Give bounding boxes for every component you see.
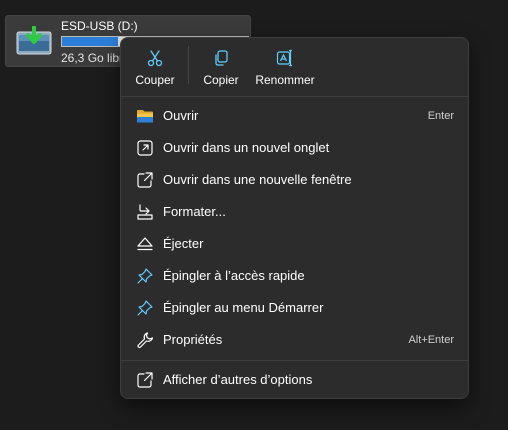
menu-item-open-new-tab[interactable]: Ouvrir dans un nouvel onglet [125, 133, 464, 163]
menu-item-eject[interactable]: Éjecter [125, 229, 464, 259]
menu-item-label: Ouvrir [163, 108, 199, 123]
pin-icon [136, 299, 154, 317]
menu-item-label: Ouvrir dans une nouvelle fenêtre [163, 172, 352, 187]
rename-button[interactable]: Renommer [252, 45, 318, 91]
context-menu: Couper Copier Renommer Ouvrir Enter Ouvr… [120, 37, 469, 399]
folder-icon [136, 107, 154, 125]
menu-item-shortcut: Alt+Enter [408, 334, 454, 346]
more-options-icon [136, 371, 154, 389]
menu-item-shortcut: Enter [427, 110, 454, 122]
rename-label: Renommer [255, 73, 315, 87]
menu-item-format[interactable]: Formater... [125, 197, 464, 227]
drive-name: ESD-USB (D:) [61, 19, 138, 33]
drive-usage-fill [62, 37, 118, 46]
menu-item-pin-start[interactable]: Épingler au menu Démarrer [125, 293, 464, 323]
wrench-icon [136, 331, 154, 349]
menu-item-label: Éjecter [163, 236, 204, 251]
menu-item-label: Afficher d’autres d’options [163, 372, 313, 387]
quick-actions-divider [188, 46, 189, 84]
copy-icon [212, 49, 230, 67]
cut-label: Couper [135, 73, 175, 87]
menu-item-label: Épingler au menu Démarrer [163, 300, 324, 315]
menu-item-label: Propriétés [163, 332, 223, 347]
quick-actions-bar: Couper Copier Renommer [121, 38, 468, 94]
drive-free-space: 26,3 Go libr [61, 51, 124, 65]
menu-item-open-new-window[interactable]: Ouvrir dans une nouvelle fenêtre [125, 165, 464, 195]
usb-drive-icon [15, 25, 53, 56]
copy-label: Copier [203, 73, 239, 87]
menu-item-label: Formater... [163, 204, 226, 219]
menu-divider [121, 360, 468, 361]
open-external-icon [136, 171, 154, 189]
menu-item-show-more-options[interactable]: Afficher d’autres d’options [125, 365, 464, 395]
pin-icon [136, 267, 154, 285]
rename-icon [276, 49, 294, 67]
copy-button[interactable]: Copier [196, 45, 246, 91]
eject-icon [136, 235, 154, 253]
menu-item-open[interactable]: Ouvrir Enter [125, 101, 464, 131]
new-tab-icon [136, 139, 154, 157]
scissors-icon [146, 49, 164, 67]
menu-item-pin-quick-access[interactable]: Épingler à l’accès rapide [125, 261, 464, 291]
cut-button[interactable]: Couper [129, 45, 181, 91]
menu-item-label: Épingler à l’accès rapide [163, 268, 305, 283]
menu-item-label: Ouvrir dans un nouvel onglet [163, 140, 330, 155]
menu-divider [121, 96, 468, 97]
format-icon [136, 203, 154, 221]
menu-item-properties[interactable]: Propriétés Alt+Enter [125, 325, 464, 355]
